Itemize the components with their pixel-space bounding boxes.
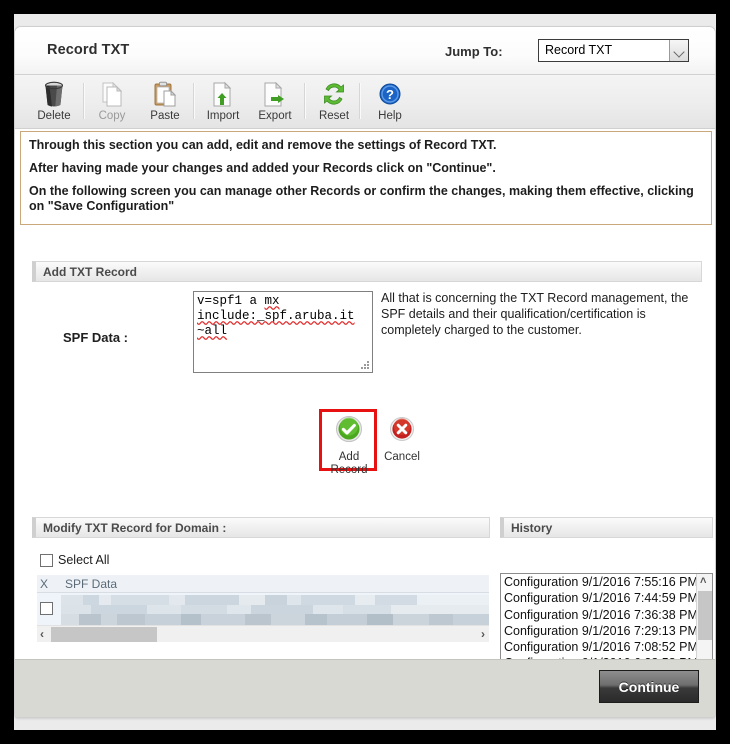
section-header-history: History xyxy=(500,517,713,538)
toolbar-label-export: Export xyxy=(258,110,292,122)
table-row[interactable] xyxy=(37,593,489,625)
history-list[interactable]: Configuration 9/1/2016 7:55:16 PM Config… xyxy=(500,573,713,673)
export-icon xyxy=(247,79,303,109)
spf-text-part-2: mx xyxy=(264,294,280,308)
toolbar-button-help[interactable]: ? Help xyxy=(362,79,418,122)
toolbar-label-reset: Reset xyxy=(318,110,350,122)
trash-icon xyxy=(26,79,82,109)
main-panel: Record TXT Jump To: Record TXT Delete Co… xyxy=(14,26,716,718)
scroll-right-arrow-icon[interactable]: › xyxy=(481,628,485,640)
add-record-label: Add Record xyxy=(325,451,373,477)
instruction-line-2: After having made your changes and added… xyxy=(29,161,496,175)
section-title-add: Add TXT Record xyxy=(43,264,138,279)
toolbar-label-help: Help xyxy=(378,110,402,122)
jump-to-select[interactable]: Record TXT xyxy=(538,39,689,62)
toolbar-label-copy: Copy xyxy=(98,110,126,122)
spf-data-textarea[interactable]: v=spf1 a mx include:_spf.aruba.it ~all xyxy=(193,291,373,373)
instruction-line-3: On the following screen you can manage o… xyxy=(29,184,694,213)
cancel-button[interactable]: Cancel xyxy=(378,415,426,464)
red-x-icon xyxy=(378,415,426,448)
title-bar: Record TXT Jump To: Record TXT xyxy=(15,27,715,75)
jump-to-label: Jump To: xyxy=(445,44,503,59)
row-checkbox[interactable] xyxy=(40,602,53,615)
continue-button[interactable]: Continue xyxy=(599,670,699,703)
records-table-header: X SPF Data xyxy=(37,575,489,593)
list-item[interactable]: Configuration 9/1/2016 7:55:16 PM xyxy=(501,574,712,590)
select-all-row[interactable]: Select All xyxy=(40,553,109,567)
column-header-x: X xyxy=(40,577,49,591)
scroll-left-arrow-icon[interactable]: ‹ xyxy=(40,628,44,640)
select-all-label: Select All xyxy=(58,553,110,567)
copy-icon xyxy=(84,79,140,109)
section-header-modify-txt-record: Modify TXT Record for Domain : xyxy=(32,517,490,538)
history-vertical-scrollbar[interactable]: ˄ ˅ xyxy=(696,574,712,672)
scroll-up-arrow-icon[interactable]: ˄ xyxy=(700,575,706,587)
instruction-line-1: Through this section you can add, edit a… xyxy=(29,138,497,152)
list-item[interactable]: Configuration 9/1/2016 7:29:13 PM xyxy=(501,623,712,639)
list-item[interactable]: Configuration 9/1/2016 7:44:59 PM xyxy=(501,590,712,606)
clipboard-icon xyxy=(137,79,193,109)
section-title-history: History xyxy=(511,520,553,535)
toolbar-button-paste[interactable]: Paste xyxy=(137,79,193,122)
spf-data-value: v=spf1 a mx include:_spf.aruba.it ~all xyxy=(197,294,369,339)
resize-grip-icon[interactable] xyxy=(361,361,370,370)
toolbar-button-export[interactable]: Export xyxy=(247,79,303,122)
instructions-box: Through this section you can add, edit a… xyxy=(20,131,712,225)
section-header-add-txt-record: Add TXT Record xyxy=(32,261,702,282)
page-title: Record TXT xyxy=(47,42,130,58)
jump-to-selected-value: Record TXT xyxy=(545,43,613,57)
hscroll-thumb[interactable] xyxy=(51,627,157,642)
footer-bar: Continue xyxy=(15,659,715,717)
spf-text-part-3: include:_spf.aruba.it xyxy=(197,309,355,323)
add-record-label-line2: Record xyxy=(330,464,368,476)
toolbar-button-import[interactable]: Import xyxy=(195,79,251,122)
section-title-modify: Modify TXT Record for Domain : xyxy=(43,520,227,535)
list-item[interactable]: Configuration 9/1/2016 7:08:52 PM xyxy=(501,639,712,655)
chevron-down-icon xyxy=(669,40,688,61)
spf-note-text: All that is concerning the TXT Record ma… xyxy=(381,291,689,337)
select-all-checkbox[interactable] xyxy=(40,553,53,567)
toolbar-label-import: Import xyxy=(206,110,240,122)
toolbar-button-delete[interactable]: Delete xyxy=(26,79,82,122)
import-icon xyxy=(195,79,251,109)
help-icon: ? xyxy=(362,79,418,109)
toolbar-label-delete: Delete xyxy=(37,110,71,122)
spf-text-part-1: v=spf1 a xyxy=(197,294,265,308)
green-check-icon xyxy=(325,415,373,448)
screen-root: Record TXT Jump To: Record TXT Delete Co… xyxy=(0,0,730,744)
add-record-label-line1: Add xyxy=(338,451,360,463)
column-header-spf-data: SPF Data xyxy=(65,577,118,591)
vscroll-thumb[interactable] xyxy=(698,591,712,640)
list-item[interactable]: Configuration 9/1/2016 7:36:38 PM xyxy=(501,607,712,623)
toolbar-button-reset[interactable]: Reset xyxy=(306,79,362,122)
add-record-button[interactable]: Add Record xyxy=(325,415,373,477)
refresh-icon xyxy=(306,79,362,109)
records-horizontal-scrollbar[interactable]: ‹ › xyxy=(37,625,489,642)
toolbar: Delete Copy Paste Import Export Reset ? … xyxy=(15,75,715,129)
svg-text:?: ? xyxy=(386,87,394,102)
toolbar-label-paste: Paste xyxy=(150,110,180,122)
spf-data-label: SPF Data : xyxy=(63,330,129,345)
cancel-label: Cancel xyxy=(384,451,420,463)
redacted-record-value xyxy=(61,593,489,625)
toolbar-button-copy[interactable]: Copy xyxy=(84,79,140,122)
spf-text-part-4: ~all xyxy=(197,324,228,338)
